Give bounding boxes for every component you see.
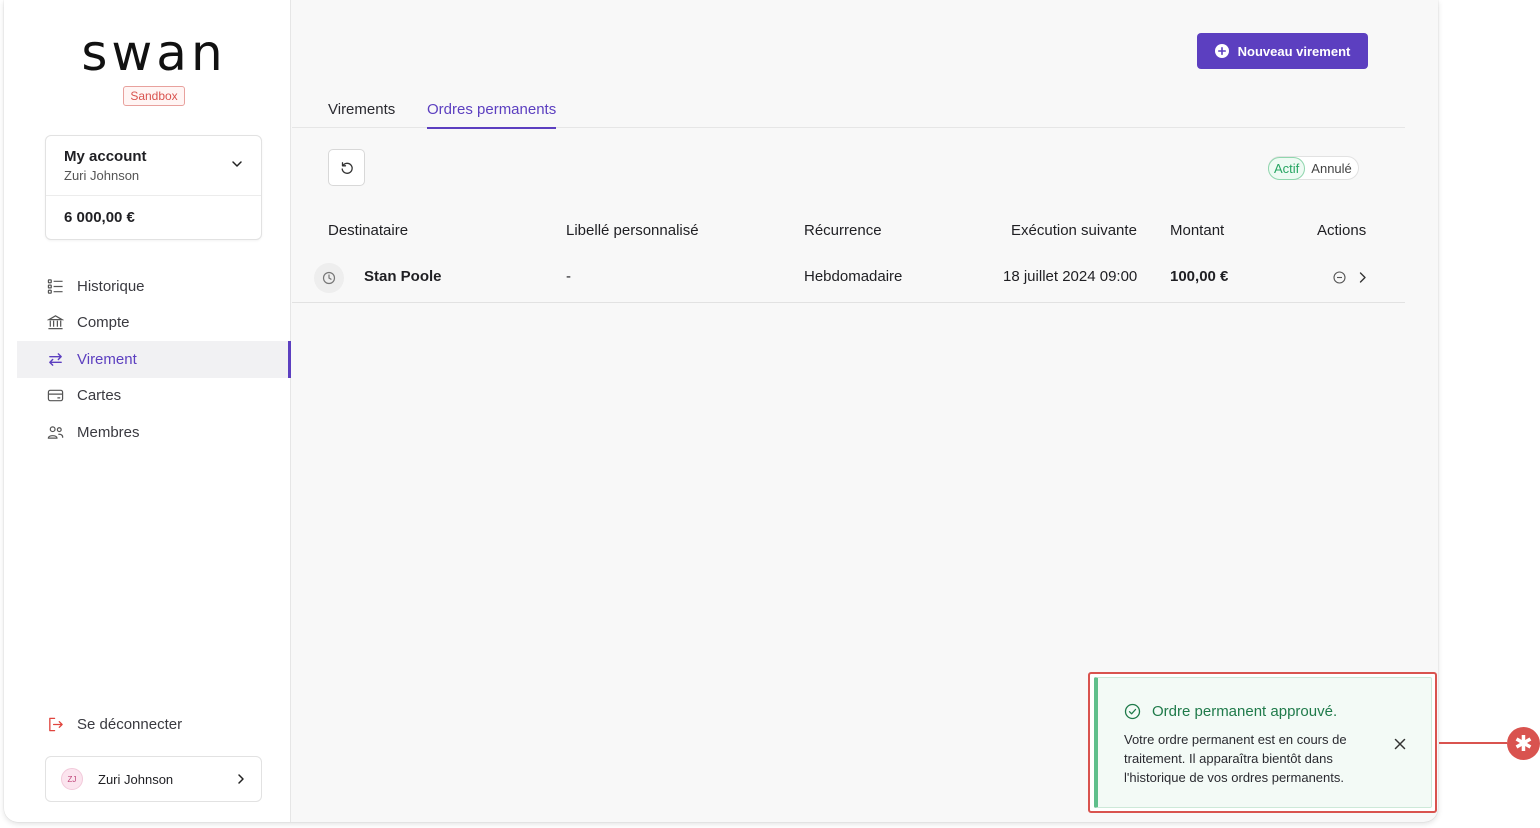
sidebar-item-label: Historique (77, 277, 145, 295)
new-transfer-button[interactable]: Nouveau virement (1197, 33, 1368, 69)
sidebar-item-virement[interactable]: Virement (17, 341, 291, 378)
user-name: Zuri Johnson (98, 771, 174, 787)
logout-icon (49, 717, 63, 732)
recurrence-cell: Hebdomadaire (804, 268, 903, 285)
card-icon (47, 389, 64, 402)
label-cell: - (566, 268, 571, 285)
chevron-right-icon[interactable] (1355, 270, 1370, 285)
column-header-actions: Actions (1317, 222, 1367, 239)
sidebar-item-cartes[interactable]: Cartes (17, 378, 291, 415)
check-circle-icon (1124, 703, 1141, 720)
next-execution-cell: 18 juillet 2024 09:00 (1003, 268, 1138, 285)
account-name: My account (64, 148, 147, 165)
annotation-connector (1439, 742, 1507, 744)
cancel-order-icon[interactable] (1332, 270, 1347, 285)
account-header[interactable]: My account Zuri Johnson (46, 136, 261, 196)
logout-label: Se déconnecter (77, 716, 183, 733)
filter-active[interactable]: Actif (1268, 156, 1306, 180)
success-toast: Ordre permanent approuvé. Votre ordre pe… (1094, 677, 1432, 808)
account-switcher[interactable]: My account Zuri Johnson 6 000,00 € (45, 135, 262, 240)
transfer-arrows-icon (49, 352, 62, 366)
tab-bar: Virements Ordres permanents (292, 98, 1405, 129)
refresh-icon (341, 161, 353, 174)
members-icon (47, 425, 64, 439)
annotation-marker: ✱ (1507, 727, 1540, 760)
status-filter: Actif Annulé (1268, 156, 1359, 180)
column-header-amount: Montant (1170, 222, 1225, 239)
toast-title: Ordre permanent approuvé. (1124, 703, 1337, 720)
new-transfer-label: Nouveau virement (1237, 43, 1351, 59)
plus-circle-icon (1214, 44, 1229, 58)
sidebar-item-label: Virement (77, 350, 137, 368)
amount-cell: 100,00 € (1170, 268, 1229, 285)
bank-icon (47, 315, 64, 330)
user-menu[interactable]: ZJ Zuri Johnson (45, 756, 262, 802)
sidebar-nav: Historique Compte Virement Cartes Membre… (17, 268, 291, 451)
list-icon (47, 279, 63, 294)
logo: swan Sandbox (4, 28, 304, 106)
refresh-button[interactable] (328, 149, 365, 186)
sandbox-badge: Sandbox (123, 86, 185, 106)
column-header-next-execution: Exécution suivante (1011, 222, 1137, 239)
toast-title-text: Ordre permanent approuvé. (1152, 703, 1338, 720)
sidebar-item-label: Membres (77, 423, 140, 441)
sidebar-item-historique[interactable]: Historique (17, 268, 291, 305)
close-icon[interactable] (1392, 736, 1408, 752)
account-holder: Zuri Johnson (64, 168, 140, 183)
chevron-down-icon[interactable] (231, 158, 243, 170)
sidebar-item-label: Cartes (77, 387, 122, 405)
sidebar-item-label: Compte (77, 314, 130, 332)
recipient-cell: Stan Poole (364, 268, 442, 285)
sidebar-item-membres[interactable]: Membres (17, 414, 291, 451)
logout-button[interactable]: Se déconnecter (47, 716, 182, 733)
swan-logo: swan (81, 24, 227, 82)
column-header-label: Libellé personnalisé (566, 222, 699, 239)
sidebar-item-compte[interactable]: Compte (17, 305, 291, 342)
sidebar: swan Sandbox My account Zuri Johnson 6 0… (4, 0, 291, 822)
table-row[interactable]: Stan Poole - Hebdomadaire 18 juillet 202… (292, 253, 1405, 303)
column-header-recurrence: Récurrence (804, 222, 882, 239)
toast-message: Votre ordre permanent est en cours de tr… (1124, 732, 1347, 785)
avatar: ZJ (61, 768, 83, 790)
account-balance: 6 000,00 € (64, 209, 135, 226)
column-header-recipient: Destinataire (328, 222, 409, 239)
clock-icon (314, 263, 344, 293)
tab-virements[interactable]: Virements (328, 101, 395, 127)
chevron-right-icon (238, 774, 244, 784)
tab-ordres-permanents[interactable]: Ordres permanents (427, 101, 557, 129)
filter-cancelled[interactable]: Annulé (1305, 161, 1357, 176)
